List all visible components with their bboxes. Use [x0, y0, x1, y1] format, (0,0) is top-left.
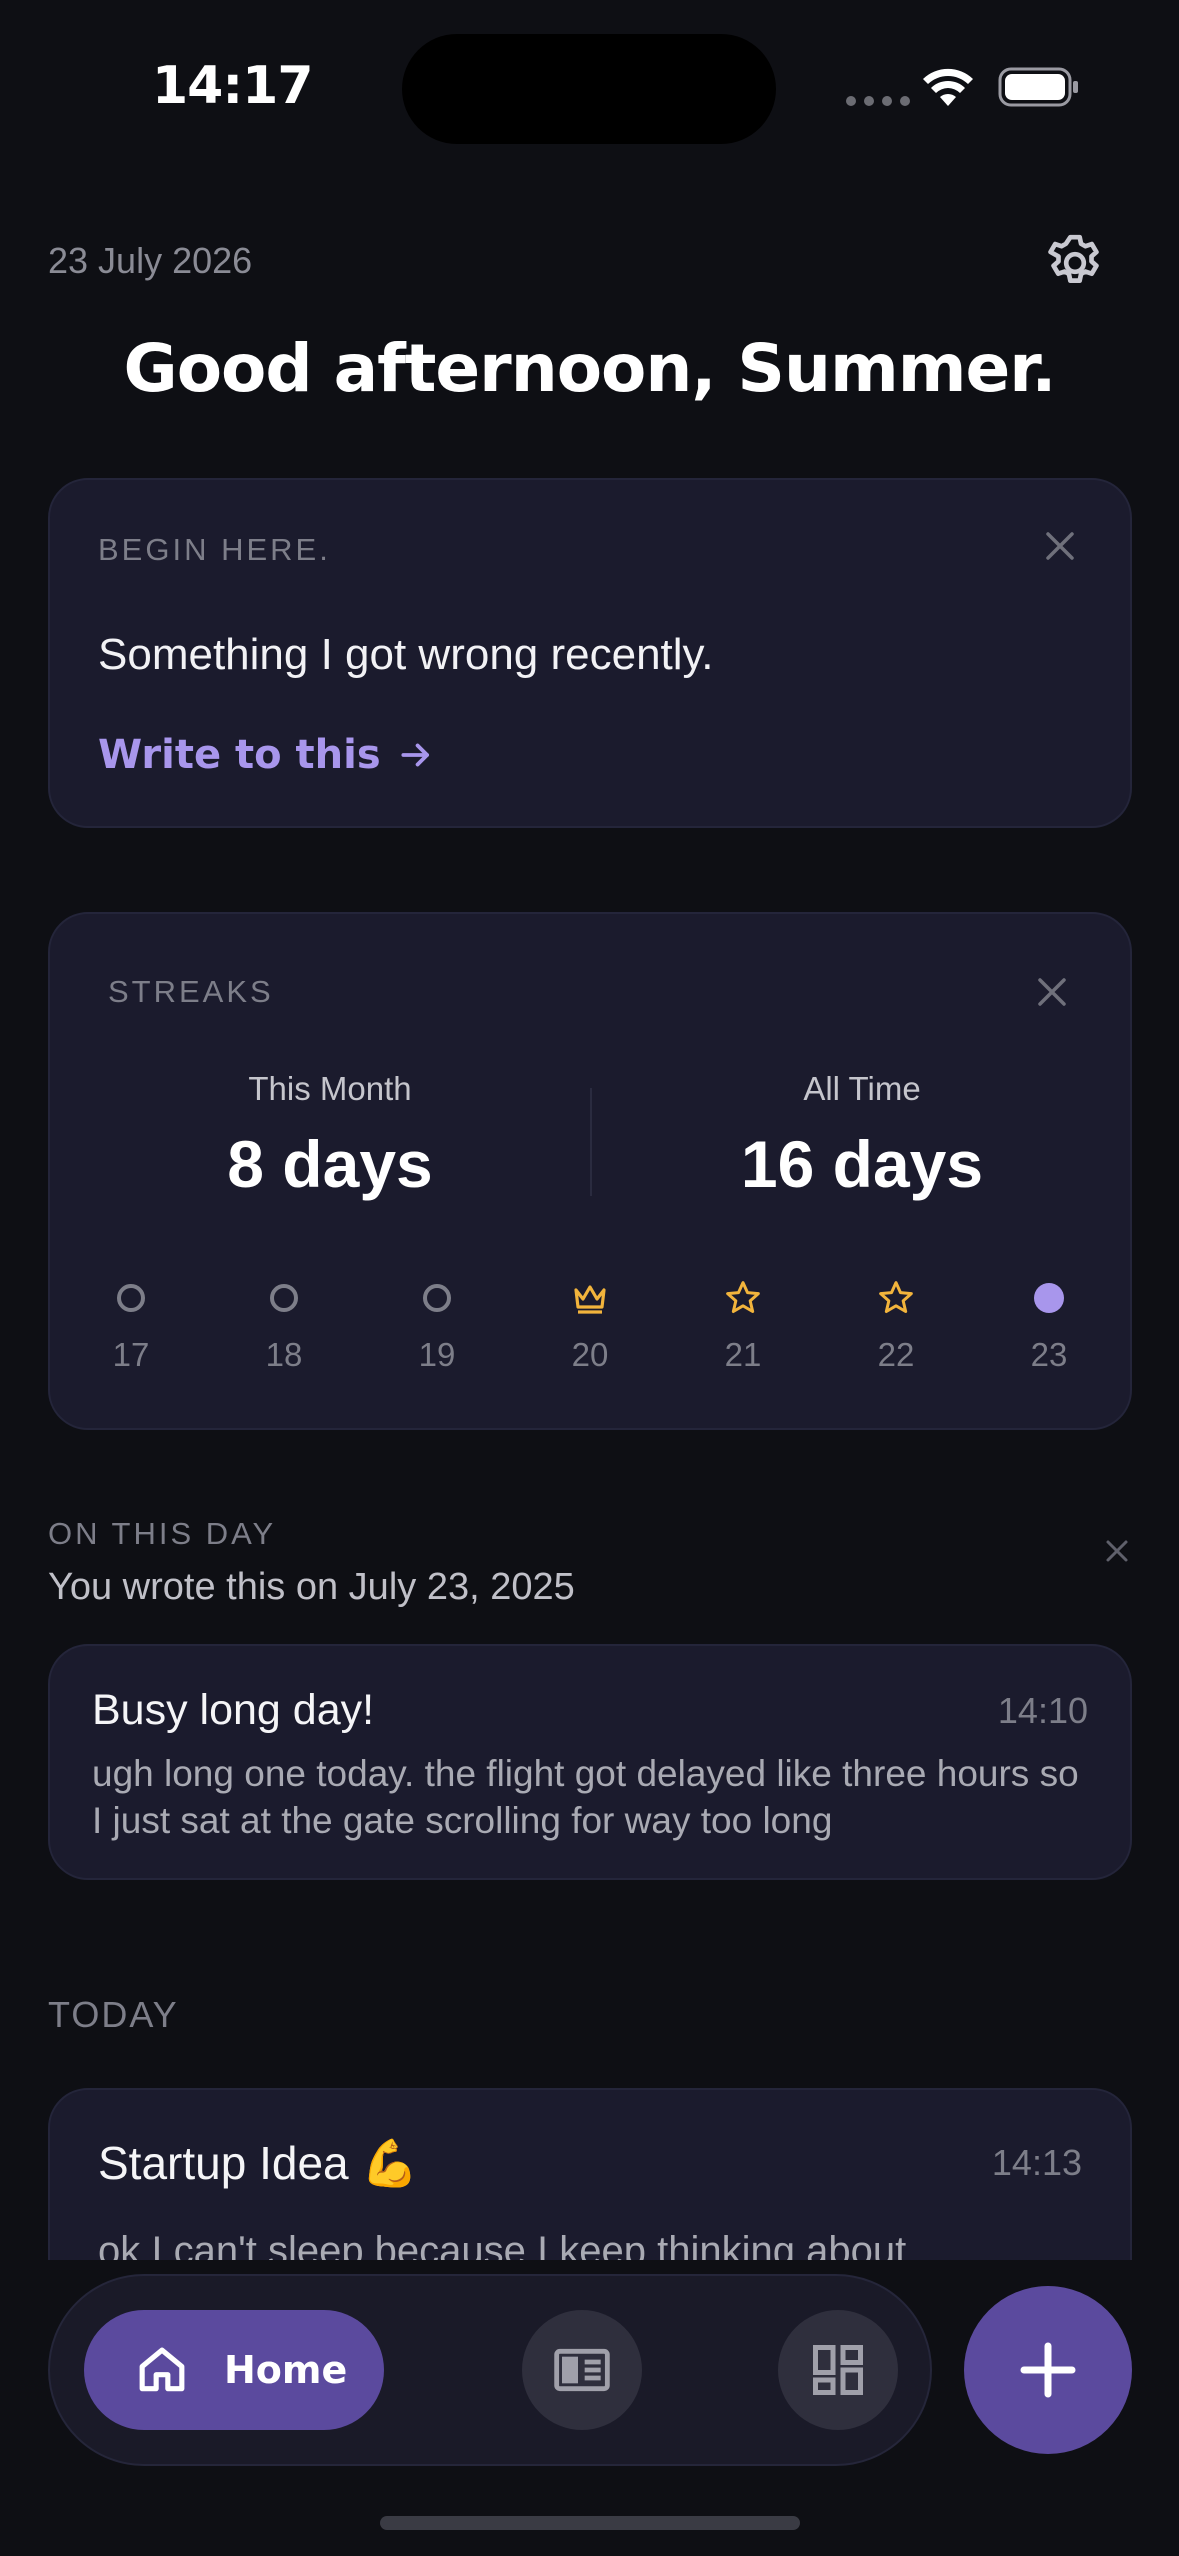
home-icon: [139, 2347, 185, 2392]
entry-preview: ok I can't sleep because I keep thinking…: [98, 2229, 907, 2260]
current-date: 23 July 2026: [48, 240, 253, 281]
bottom-tab-bar: Home: [48, 2274, 932, 2466]
write-to-this-label: Write to this: [98, 732, 381, 778]
battery-icon: [998, 67, 1078, 107]
streak-day: 21: [683, 1276, 803, 1374]
dashboard-icon: [813, 2345, 863, 2395]
write-to-this-link[interactable]: Write to this: [98, 732, 435, 778]
entry-time: 14:13: [991, 2142, 1082, 2183]
streak-day: 17: [71, 1276, 191, 1374]
streak-day: 18: [224, 1276, 344, 1374]
home-indicator: [380, 2516, 800, 2530]
this-month-value: 8 days: [227, 1127, 433, 1201]
tab-journal[interactable]: [522, 2310, 642, 2430]
begin-here-label: BEGIN HERE.: [98, 532, 331, 567]
writing-prompt: Something I got wrong recently.: [98, 630, 714, 679]
greeting-heading: Good afternoon, Summer.: [123, 330, 1057, 407]
cellular-signal-icon: [846, 96, 910, 106]
streak-day-number: 20: [571, 1336, 609, 1373]
circle-outline-icon: [117, 1284, 145, 1312]
dynamic-island: [402, 34, 776, 144]
streak-day-number: 23: [1030, 1336, 1068, 1373]
star-icon: [879, 1281, 913, 1314]
on-this-day-subtitle: You wrote this on July 23, 2025: [48, 1566, 575, 1608]
streak-all-time: All Time 16 days: [632, 1070, 1092, 1202]
streak-this-month: This Month 8 days: [100, 1070, 560, 1202]
filled-dot-icon: [1034, 1283, 1064, 1313]
streak-day: 19: [377, 1276, 497, 1374]
on-this-day-heading: ON THIS DAY: [48, 1516, 277, 1551]
today-entry-card[interactable]: Startup Idea 💪 14:13 ok I can't sleep be…: [48, 2088, 1132, 2260]
streaks-card: STREAKS This Month 8 days All Time 16 da…: [48, 912, 1132, 1430]
close-icon[interactable]: [1032, 972, 1072, 1012]
on-this-day-entry-card[interactable]: Busy long day! 14:10 ugh long one today.…: [48, 1644, 1132, 1880]
entry-title: Startup Idea 💪: [98, 2137, 419, 2189]
gear-icon[interactable]: [1042, 230, 1108, 296]
streaks-label: STREAKS: [108, 974, 274, 1009]
streak-day-number: 21: [724, 1336, 762, 1373]
wifi-icon: [923, 68, 973, 106]
today-heading: TODAY: [48, 1994, 179, 2035]
this-month-label: This Month: [248, 1070, 412, 1107]
all-time-label: All Time: [803, 1070, 921, 1107]
streak-day-number: 17: [112, 1336, 150, 1373]
tab-dashboard[interactable]: [778, 2310, 898, 2430]
stat-divider: [590, 1088, 592, 1196]
streak-day-number: 18: [265, 1336, 303, 1373]
streak-day-number: 22: [877, 1336, 915, 1373]
streak-day: 23: [989, 1276, 1109, 1374]
journal-icon: [554, 2348, 610, 2392]
entry-title: Busy long day!: [92, 1686, 375, 1734]
tab-home[interactable]: Home: [84, 2310, 384, 2430]
entry-preview: ugh long one today. the flight got delay…: [92, 1753, 1079, 1841]
all-time-value: 16 days: [740, 1127, 984, 1201]
circle-outline-icon: [270, 1284, 298, 1312]
entry-time: 14:10: [997, 1690, 1088, 1731]
streak-day-number: 19: [418, 1336, 456, 1373]
streak-day: 22: [836, 1276, 956, 1374]
circle-outline-icon: [423, 1284, 451, 1312]
today-list: Startup Idea 💪 14:13 ok I can't sleep be…: [0, 2080, 1179, 2260]
close-icon[interactable]: [1040, 526, 1080, 566]
status-time: 14:17: [152, 56, 314, 116]
new-entry-button[interactable]: [964, 2286, 1132, 2454]
crown-icon: [574, 1285, 606, 1314]
arrow-right-icon: [401, 743, 429, 767]
plus-icon: [1020, 2342, 1076, 2398]
tab-home-label: Home: [224, 2348, 348, 2392]
begin-here-card: BEGIN HERE. Something I got wrong recent…: [48, 478, 1132, 828]
close-icon[interactable]: [1102, 1536, 1132, 1566]
star-icon: [726, 1281, 760, 1314]
streak-day: 20: [530, 1276, 650, 1374]
